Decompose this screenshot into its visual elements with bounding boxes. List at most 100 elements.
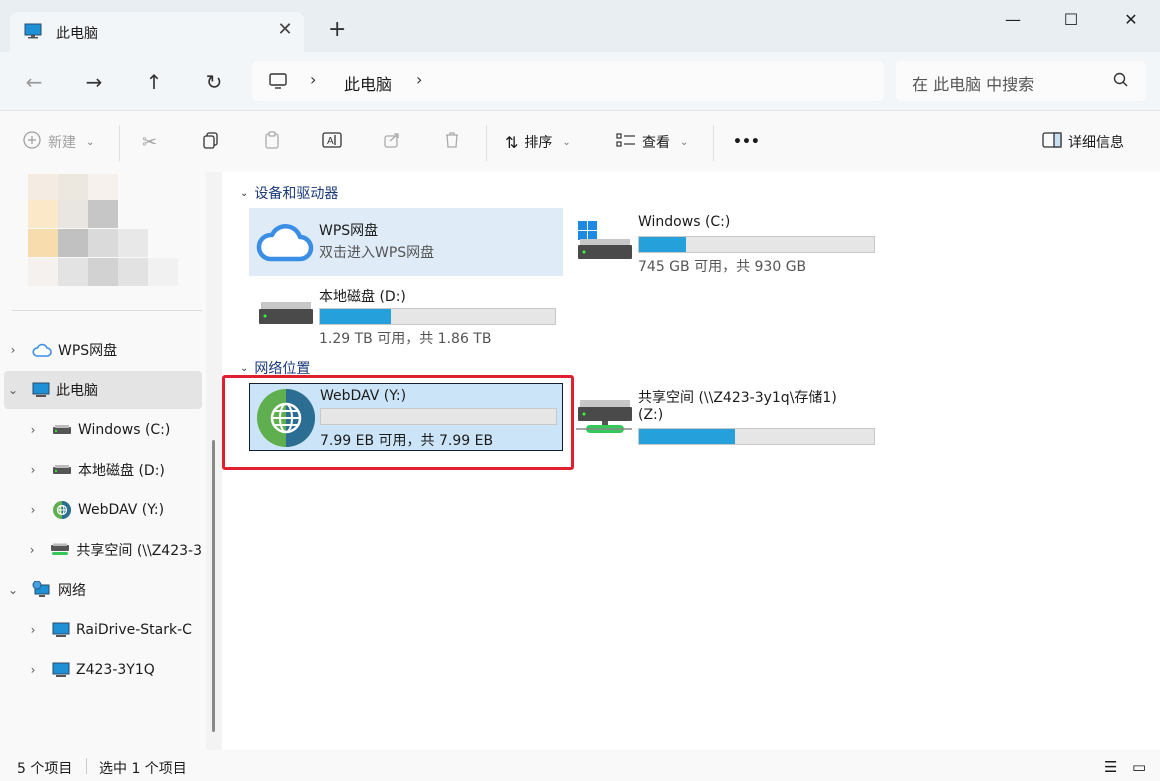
windows-drive-icon [574,214,634,270]
new-label: 新建 [48,135,76,151]
tile-wps[interactable]: WPS网盘 双击进入WPS网盘 [249,208,563,276]
search-icon [1112,71,1130,93]
group-title: 设备和驱动器 [254,186,339,202]
expand-chevron-icon[interactable]: › [24,423,42,437]
view-button[interactable]: 查看 ⌄ [616,130,688,154]
capacity-fill [639,429,736,444]
sidebar-item-this-pc[interactable]: ⌄ 此电脑 [4,371,202,409]
network-drive-icon [574,389,634,445]
expand-chevron-icon[interactable]: › [24,543,40,557]
collapse-chevron-icon[interactable]: ⌄ [4,383,22,397]
monitor-icon [52,662,70,678]
collapse-chevron-icon[interactable]: ⌄ [4,583,22,597]
toolbar-divider [119,125,120,161]
tile-name: 本地磁盘 (D:) [319,289,406,305]
maximize-button[interactable]: ☐ [1048,8,1094,32]
navigation-row: ← → ↑ ↻ › 此电脑 › 在 此电脑 中搜索 [0,52,1160,110]
sidebar-item-drive-c[interactable]: › Windows (C:) [24,411,202,449]
breadcrumb-this-pc[interactable]: 此电脑 [344,71,392,95]
selection-count: 选中 1 个项目 [99,761,187,777]
expand-chevron-icon[interactable]: › [4,343,22,357]
sidebar-item-z423[interactable]: › Z423-3Y1Q [24,651,202,689]
minimize-button[interactable]: — [990,8,1036,32]
up-arrow-icon[interactable]: ↑ [140,68,168,96]
delete-button[interactable] [442,130,462,154]
tile-webdav[interactable]: WebDAV (Y:) 7.99 EB 可用，共 7.99 EB [249,383,563,451]
globe-icon [256,389,316,447]
sidebar-item-raidrive[interactable]: › RaiDrive-Stark-C [24,611,202,649]
monitor-icon [32,382,50,398]
address-bar[interactable]: › 此电脑 › [252,61,884,101]
sidebar-item-label: 此电脑 [56,383,98,399]
breadcrumb-chevron-icon[interactable]: › [310,70,316,89]
capacity-bar [638,236,875,253]
new-tab-button[interactable]: + [328,19,346,41]
group-header-devices[interactable]: ⌄ 设备和驱动器 [240,183,338,203]
back-arrow-icon[interactable]: ← [20,68,48,96]
cloud-icon [255,214,315,270]
capacity-text: 1.29 TB 可用，共 1.86 TB [319,331,492,347]
tile-subtitle: 双击进入WPS网盘 [319,245,435,261]
details-label: 详细信息 [1068,135,1124,151]
list-view-icon[interactable]: ☰ [1104,758,1117,776]
breadcrumb-chevron-icon[interactable]: › [416,70,422,89]
sidebar-item-label: 共享空间 (\\Z423-3 [76,543,202,559]
network-icon [32,581,52,599]
status-bar: 5 个项目 选中 1 个项目 ☰ ▭ [0,750,1160,781]
sort-icon: ⇅ [505,132,519,152]
content-pane: ⌄ 设备和驱动器 WPS网盘 双击进入WPS网盘 Windows (C:) 74… [222,172,1160,750]
capacity-fill [639,237,686,252]
sidebar-scrollbar[interactable] [212,440,215,732]
expand-chevron-icon[interactable]: › [24,503,42,517]
sidebar-item-webdav[interactable]: › WebDAV (Y:) [24,491,202,529]
sidebar-item-network[interactable]: ⌄ 网络 [4,571,202,609]
sidebar-item-drive-d[interactable]: › 本地磁盘 (D:) [24,451,202,489]
plus-circle-icon [22,130,42,154]
toolbar-divider [713,125,714,161]
drive-icon [52,464,72,476]
sort-label: 排序 [524,135,553,151]
tile-shared-space[interactable]: 共享空间 (\\Z423-3y1q\存储1) (Z:) [568,383,882,451]
tab-this-pc[interactable]: 此电脑 ✕ [10,12,304,52]
sidebar-item-label: 本地磁盘 (D:) [78,463,165,479]
title-bar: 此电脑 ✕ + — ☐ ✕ [0,0,1160,52]
sort-button[interactable]: ⇅ 排序 ⌄ [505,130,571,154]
forward-arrow-icon[interactable]: → [80,68,108,96]
drive-icon [255,286,315,342]
sidebar-item-label: Windows (C:) [78,422,171,438]
tile-name: WPS网盘 [319,223,379,239]
tile-drive-d[interactable]: 本地磁盘 (D:) 1.29 TB 可用，共 1.86 TB [249,280,563,348]
new-button[interactable]: 新建 ⌄ [22,130,94,154]
expand-chevron-icon[interactable]: › [24,463,42,477]
clipboard-icon [262,130,282,154]
expand-chevron-icon[interactable]: › [24,623,42,637]
search-input[interactable]: 在 此电脑 中搜索 [896,61,1146,101]
view-list-icon [616,132,636,152]
expand-chevron-icon[interactable]: › [24,663,42,677]
capacity-text: 7.99 EB 可用，共 7.99 EB [320,433,494,449]
sidebar-item-wps[interactable]: › WPS网盘 [4,331,202,369]
copy-button[interactable] [201,130,221,154]
share-button[interactable] [382,130,402,154]
sidebar-item-shared-space[interactable]: › 共享空间 (\\Z423-3 [24,531,202,569]
cut-button[interactable]: ✂ [142,130,157,154]
more-options-button[interactable]: ••• [733,130,760,154]
close-window-button[interactable]: ✕ [1108,8,1154,32]
refresh-icon[interactable]: ↻ [200,68,228,96]
paste-button[interactable] [262,130,282,154]
rename-button[interactable]: A [321,130,343,154]
capacity-bar [638,428,875,445]
collapse-chevron-icon: ⌄ [240,362,249,374]
trash-icon [442,130,462,154]
tile-view-icon[interactable]: ▭ [1132,758,1146,776]
tile-name: 共享空间 (\\Z423-3y1q\存储1) [638,390,837,406]
rename-icon: A [321,129,343,155]
details-pane-button[interactable]: 详细信息 [1042,130,1124,154]
tab-close-icon[interactable]: ✕ [274,19,296,41]
collapse-chevron-icon: ⌄ [240,187,249,199]
tile-drive-c[interactable]: Windows (C:) 745 GB 可用，共 930 GB [568,208,882,276]
capacity-bar [319,308,556,325]
sidebar-item-label: WebDAV (Y:) [78,502,165,518]
status-divider [86,758,87,774]
monitor-icon [24,23,42,43]
